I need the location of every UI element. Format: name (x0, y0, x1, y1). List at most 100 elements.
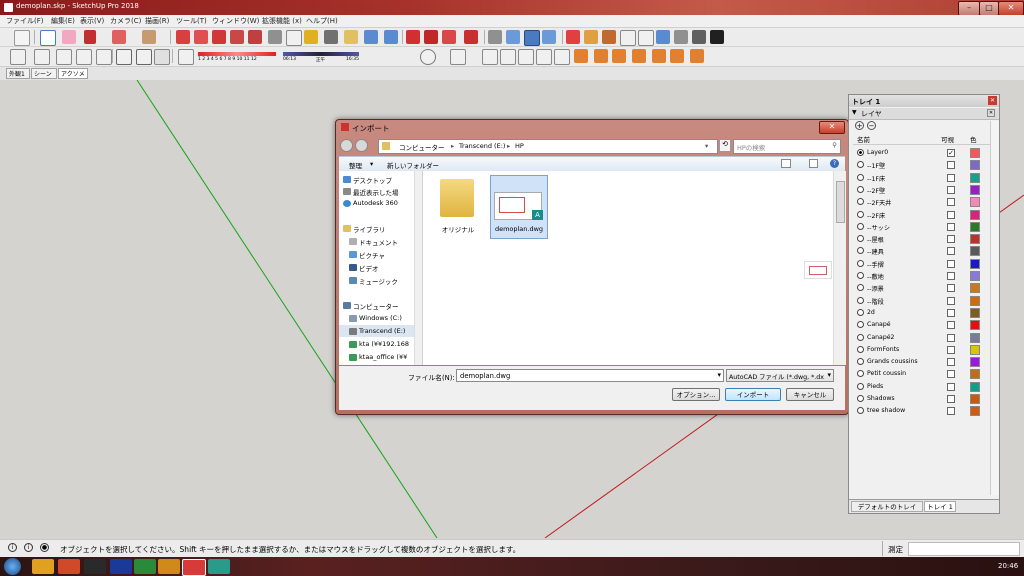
scene-tab-1[interactable]: 外観1 (6, 68, 30, 79)
layer-visible-checkbox[interactable] (947, 198, 955, 207)
protractor-icon[interactable] (594, 49, 608, 63)
layer-row[interactable]: --手摺 (853, 258, 985, 270)
dwg-file-item[interactable]: A demoplan.dwg (490, 175, 548, 239)
layer-color-swatch[interactable] (970, 172, 980, 183)
layer-row[interactable]: --2F天井 (853, 196, 985, 208)
layer-name[interactable]: --添景 (867, 284, 884, 293)
menu-tools[interactable]: ツール(T) (176, 16, 207, 26)
layer-visible-checkbox[interactable] (947, 333, 955, 342)
layer-name[interactable]: --建具 (867, 247, 884, 256)
iso-view-icon[interactable] (506, 30, 520, 44)
active-layer-radio[interactable] (857, 284, 864, 292)
active-layer-radio[interactable] (857, 222, 864, 230)
layer-name[interactable]: FormFonts (867, 346, 899, 353)
preview-pane-icon[interactable] (809, 159, 818, 168)
section-close-icon[interactable]: ✕ (987, 109, 995, 117)
layer-scrollbar[interactable] (990, 121, 999, 495)
previous-view-icon[interactable] (638, 30, 654, 46)
layer-color-swatch[interactable] (970, 344, 980, 355)
cancel-button[interactable]: キャンセル (786, 388, 834, 401)
user-icon[interactable]: ● (40, 543, 49, 552)
layer-name[interactable]: --1F床 (867, 174, 885, 183)
walk-icon[interactable] (584, 30, 598, 44)
layer-name[interactable]: --サッシ (867, 223, 890, 232)
materials-icon[interactable] (76, 49, 92, 65)
layer-name[interactable]: Pieds (867, 383, 883, 390)
new-folder-button[interactable]: 新しいフォルダー (387, 160, 439, 170)
layer-color-swatch[interactable] (970, 184, 980, 195)
cylinder-icon[interactable] (554, 49, 570, 65)
eye-icon[interactable] (692, 30, 706, 44)
chevron-down-icon[interactable]: ▾ (827, 371, 831, 379)
warehouse-icon[interactable] (406, 30, 420, 44)
layer-visible-checkbox[interactable] (947, 259, 955, 268)
layer-name[interactable]: --2F天井 (867, 198, 891, 207)
zoom-window-icon[interactable] (620, 30, 636, 46)
layer-visible-checkbox[interactable] (947, 185, 955, 194)
layer-visible-checkbox[interactable] (947, 358, 955, 367)
layer-color-swatch[interactable] (970, 221, 980, 232)
measurements-input[interactable] (908, 542, 1020, 556)
layer-name[interactable]: Canapé (867, 321, 891, 328)
box-icon[interactable] (500, 49, 516, 65)
active-layer-radio[interactable] (857, 308, 864, 316)
shape-icon[interactable] (142, 30, 156, 44)
layer-name[interactable]: Grands coussins (867, 358, 918, 365)
layers-section-header[interactable]: ▼ レイヤ ✕ (849, 108, 999, 120)
layer-visible-checkbox[interactable] (947, 345, 955, 354)
stack-icon[interactable] (536, 49, 552, 65)
nav-scrollbar[interactable] (414, 171, 422, 365)
layer-name[interactable]: --2F床 (867, 211, 885, 220)
nav-computer[interactable]: コンピューター (353, 301, 419, 311)
time-slider[interactable] (283, 52, 359, 56)
layer-name[interactable]: Canapé2 (867, 334, 895, 341)
start-button[interactable] (4, 558, 21, 575)
active-layer-radio[interactable] (857, 370, 864, 378)
layer-color-swatch[interactable] (970, 381, 980, 392)
layout-icon[interactable] (442, 30, 456, 44)
layer-row[interactable]: --添景 (853, 282, 985, 294)
col-name[interactable]: 名前 (857, 134, 870, 144)
layer-color-swatch[interactable] (970, 332, 980, 343)
layer-name[interactable]: --階段 (867, 297, 884, 306)
teapot-icon[interactable] (34, 49, 50, 65)
nav-desktop[interactable]: デスクトップ (353, 175, 419, 185)
address-bar[interactable]: コンピューター ▸ Transcend (E:) ▸ HP ▾ (378, 139, 718, 154)
sandbox-icon[interactable] (674, 30, 688, 44)
hat-icon[interactable] (670, 49, 684, 63)
maximize-button[interactable]: □ (979, 1, 999, 16)
menu-draw[interactable]: 描画(R) (145, 16, 169, 26)
explorer-taskbar-icon[interactable] (32, 559, 54, 574)
layer-visible-checkbox[interactable] (947, 210, 955, 219)
layer-color-swatch[interactable] (970, 307, 980, 318)
layer-color-swatch[interactable] (970, 369, 980, 380)
layer-color-swatch[interactable] (970, 295, 980, 306)
layer-visible-checkbox[interactable] (947, 222, 955, 231)
position-camera-icon[interactable] (656, 30, 670, 44)
active-layer-radio[interactable] (857, 395, 864, 402)
menu-edit[interactable]: 編集(E) (51, 16, 75, 26)
layer-name[interactable]: Layer0 (867, 149, 888, 156)
layer-row[interactable]: --1F壁 (853, 159, 985, 171)
active-layer-radio[interactable] (857, 247, 864, 255)
active-layer-radio[interactable] (857, 382, 864, 390)
layer-row[interactable]: Pieds (853, 381, 985, 393)
col-color[interactable]: 色 (970, 134, 977, 144)
scene-tab-2[interactable]: シーン2 (31, 68, 57, 89)
layer-visible-checkbox[interactable] (947, 296, 955, 305)
compass-icon[interactable] (420, 49, 436, 65)
shadows-toggle-icon[interactable] (178, 49, 194, 65)
active-layer-radio[interactable] (857, 321, 864, 329)
add-layer-icon[interactable]: + (855, 121, 864, 130)
refresh-icon[interactable]: ⟲ (719, 139, 731, 152)
scale-icon[interactable] (230, 30, 244, 44)
layer-name[interactable]: --敷地 (867, 272, 884, 281)
active-layer-radio[interactable] (857, 149, 864, 156)
layer-name[interactable]: --手摺 (867, 260, 884, 269)
back-button[interactable] (340, 139, 353, 152)
axes-icon[interactable] (488, 30, 502, 44)
dialog-close-button[interactable]: ✕ (819, 121, 845, 134)
active-layer-radio[interactable] (857, 345, 864, 353)
minimize-button[interactable]: – (958, 1, 980, 16)
active-layer-radio[interactable] (857, 161, 864, 169)
